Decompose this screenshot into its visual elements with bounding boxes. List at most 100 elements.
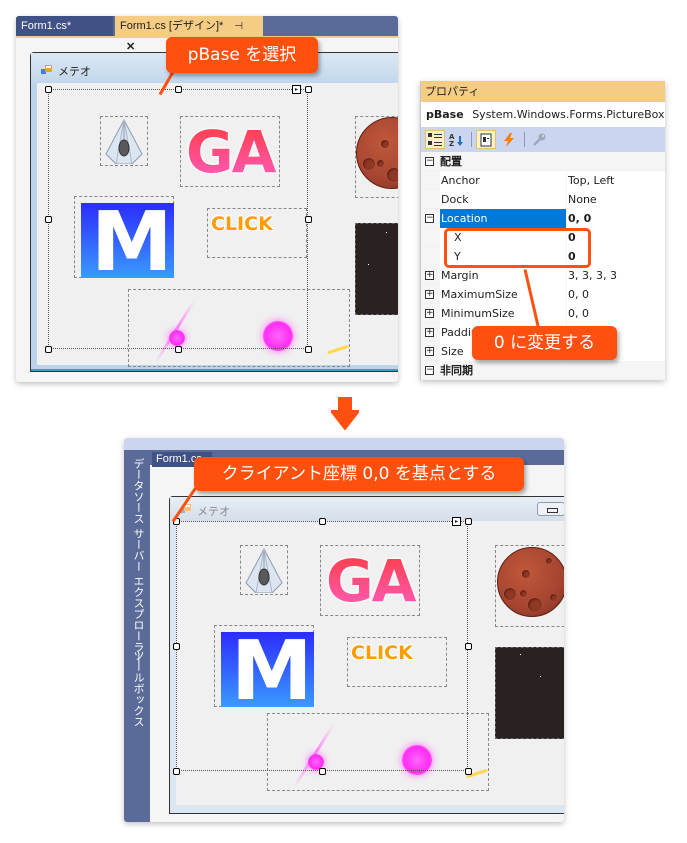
property-value[interactable]: None [567,190,665,209]
star [386,232,387,233]
categorized-button[interactable] [425,130,445,149]
properties-toolbar: A Z [421,127,665,152]
form-client-area[interactable]: GA GA M CLICK [173,517,564,805]
resize-handle[interactable] [465,768,472,775]
property-name: MinimumSize [440,304,566,323]
events-button[interactable] [499,130,519,149]
callout-select-pbase: pBase を選択 [166,37,318,73]
resize-handle[interactable] [319,768,326,775]
picturebox-space-background[interactable] [355,223,398,315]
expand-icon[interactable]: + [425,290,434,299]
resize-handle[interactable] [45,86,52,93]
pbase-selection[interactable] [176,521,468,771]
property-row-location[interactable]: − Location 0, 0 [421,209,665,228]
form-title-bar: メテオ [170,497,564,521]
property-row-dock[interactable]: Dock None [421,190,665,209]
collapse-icon[interactable]: − [425,157,434,166]
callout-change-to-zero: 0 に変更する [472,326,617,360]
crater [550,594,557,601]
toolbar-separator [524,132,525,147]
alphabetical-button[interactable]: A Z [447,130,467,149]
xy-highlight-box [444,228,591,268]
form-title: メテオ [58,65,91,78]
expand-icon[interactable]: + [425,271,434,280]
categorized-icon [428,133,442,146]
minimize-button[interactable] [537,502,564,516]
star [368,264,369,265]
expand-icon[interactable]: + [425,328,434,337]
property-row-margin[interactable]: + Margin 3, 3, 3, 3 [421,266,665,285]
ide-toolbar [124,438,564,450]
callout-client-origin: クライアント座標 0,0 を基点とする [194,457,524,491]
resize-handle[interactable] [175,86,182,93]
expand-icon[interactable]: + [425,309,434,318]
form-designer-window[interactable]: メテオ GA GA M [169,496,564,814]
resize-handle[interactable] [305,216,312,223]
smart-tag-icon[interactable]: ▸ [292,85,301,94]
resize-handle[interactable] [173,768,180,775]
resize-handle[interactable] [465,518,472,525]
property-row-minimumsize[interactable]: + MinimumSize 0, 0 [421,304,665,323]
tab-label: Form1.cs [デザイン]* [120,20,224,32]
collapse-icon[interactable]: − [425,366,434,375]
pin-icon[interactable]: ⊣ [234,21,243,32]
resize-handle[interactable] [175,346,182,353]
property-name: Dock [440,190,566,209]
property-value[interactable]: 3, 3, 3, 3 [567,266,665,285]
form-designer-window[interactable]: メテオ GA GA M [30,52,398,372]
planet-image [356,117,398,189]
wrench-icon [533,133,546,146]
category-async[interactable]: − 非同期 [421,361,665,380]
picturebox-planet[interactable] [355,116,398,198]
picturebox-space-background[interactable] [495,647,564,739]
expand-icon[interactable]: + [425,347,434,356]
star [540,676,541,677]
category-name: 配置 [440,155,462,168]
property-value[interactable]: Top, Left [567,171,665,190]
form-client-area[interactable]: GA GA M CLICK [37,83,398,367]
property-value[interactable]: 0, 0 [567,285,665,304]
tab-form1-design[interactable]: Form1.cs [デザイン]* ⊣ ✕ [115,16,263,53]
properties-button[interactable] [476,130,496,149]
side-tab-toolbox[interactable]: ツールボックス [130,650,146,727]
properties-title: プロパティ [425,85,480,98]
properties-icon [480,133,492,146]
property-row-maximumsize[interactable]: + MaximumSize 0, 0 [421,285,665,304]
resize-handle[interactable] [173,643,180,650]
property-name: Margin [440,266,566,285]
form-title: メテオ [197,505,230,518]
property-row-anchor[interactable]: Anchor Top, Left [421,171,665,190]
down-arrow-icon [331,397,359,430]
property-value[interactable]: 0, 0 [567,209,665,228]
side-tab-server-explorer[interactable]: サーバー エクスプローラー [130,528,146,664]
property-value[interactable]: 0, 0 [567,304,665,323]
form-bottom-border [31,369,398,371]
crater [520,590,527,597]
toolbar-separator [471,132,472,147]
property-name: Anchor [440,171,566,190]
tab-form1-code[interactable]: Form1.cs* [16,16,113,36]
yellow-streak [327,344,349,355]
svg-text:Z: Z [449,140,454,147]
pbase-selection[interactable] [48,89,308,349]
resize-handle[interactable] [45,216,52,223]
collapse-icon[interactable]: − [425,214,434,223]
object-selector[interactable]: pBase System.Windows.Forms.PictureBox [421,102,665,127]
document-tab-bar: Form1.cs* Form1.cs [デザイン]* ⊣ ✕ [16,16,398,53]
resize-handle[interactable] [305,86,312,93]
crater [504,588,516,600]
resize-handle[interactable] [305,346,312,353]
smart-tag-icon[interactable]: ▸ [452,517,461,526]
side-tab-data-sources[interactable]: データソース [130,458,146,524]
resize-handle[interactable] [45,346,52,353]
property-name: MaximumSize [440,285,566,304]
crater [528,598,542,612]
resize-handle[interactable] [319,518,326,525]
category-layout[interactable]: − 配置 [421,152,665,171]
form-icon [41,65,52,74]
property-pages-button[interactable] [529,130,549,149]
object-name: pBase [426,108,464,121]
picturebox-planet[interactable] [495,545,564,627]
properties-title-bar: プロパティ [421,81,665,102]
resize-handle[interactable] [465,643,472,650]
